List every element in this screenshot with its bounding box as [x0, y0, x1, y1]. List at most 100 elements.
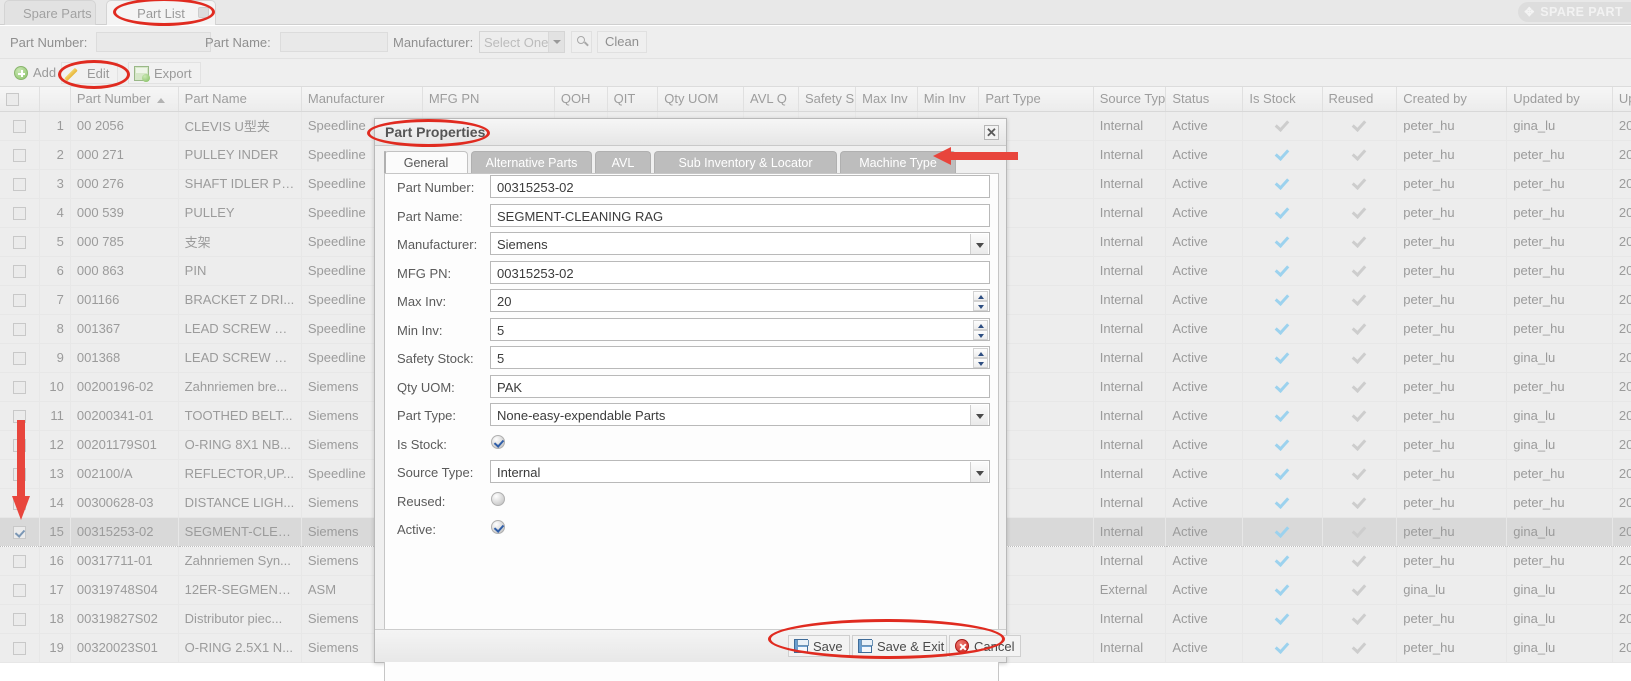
- col-header-min-inv[interactable]: Min Inv: [917, 87, 980, 112]
- row-checkbox[interactable]: [13, 584, 27, 598]
- row-checkbox[interactable]: [13, 526, 27, 540]
- col-header-qty-uom[interactable]: Qty UOM: [657, 87, 744, 112]
- row-checkbox[interactable]: [13, 352, 27, 366]
- col-header-mfg-pn[interactable]: MFG PN: [422, 87, 555, 112]
- tab-avl[interactable]: AVL: [595, 151, 651, 174]
- row-select-cell[interactable]: [0, 633, 41, 663]
- col-header-source-type[interactable]: Source Type: [1093, 87, 1167, 112]
- row-checkbox[interactable]: [13, 265, 27, 279]
- row-select-cell[interactable]: [0, 285, 41, 315]
- field-input[interactable]: Internal: [490, 460, 990, 483]
- field-checkbox[interactable]: [491, 520, 505, 534]
- search-button[interactable]: [571, 31, 592, 53]
- row-select-cell[interactable]: [0, 314, 41, 344]
- field-input[interactable]: 5: [490, 346, 990, 369]
- cell-part-number: 001368: [70, 343, 179, 373]
- save-and-exit-button[interactable]: Save & Exit: [852, 635, 947, 657]
- part-name-filter-input[interactable]: [280, 32, 388, 52]
- row-checkbox[interactable]: [13, 207, 27, 221]
- row-select-cell[interactable]: [0, 604, 41, 634]
- col-header-updated-by[interactable]: Updated by: [1506, 87, 1613, 112]
- field-input[interactable]: 00315253-02: [490, 175, 990, 198]
- col-header-part-number[interactable]: Part Number: [70, 87, 179, 112]
- row-select-cell[interactable]: [0, 575, 41, 605]
- close-icon[interactable]: ✕: [984, 125, 999, 140]
- part-number-filter-input[interactable]: [96, 32, 211, 52]
- field-checkbox[interactable]: [491, 434, 505, 449]
- col-header-avl-q[interactable]: AVL Q: [743, 87, 799, 112]
- row-checkbox[interactable]: [13, 642, 27, 656]
- col-header-qoh[interactable]: QOH: [554, 87, 608, 112]
- spinner-down-icon[interactable]: [973, 301, 988, 311]
- col-header-part-type[interactable]: Part Type: [978, 87, 1094, 112]
- row-select-cell[interactable]: [0, 198, 41, 228]
- row-select-cell[interactable]: [0, 546, 41, 576]
- col-header-qit[interactable]: QIT: [607, 87, 659, 112]
- spinner-control[interactable]: [973, 348, 988, 368]
- spinner-down-icon[interactable]: [973, 358, 988, 368]
- spinner-up-icon[interactable]: [973, 291, 988, 301]
- tab-close-icon[interactable]: [198, 7, 209, 18]
- row-checkbox[interactable]: [13, 381, 27, 395]
- spinner-control[interactable]: [973, 319, 988, 340]
- row-checkbox[interactable]: [13, 120, 27, 134]
- edit-button[interactable]: Edit: [61, 62, 119, 84]
- tab-part-list[interactable]: Part List: [106, 0, 216, 25]
- field-input[interactable]: Siemens: [490, 232, 990, 255]
- row-checkbox[interactable]: [13, 178, 27, 192]
- row-select-cell[interactable]: [0, 256, 41, 286]
- row-checkbox[interactable]: [13, 149, 27, 163]
- col-header-created-by[interactable]: Created by: [1396, 87, 1508, 112]
- row-checkbox[interactable]: [13, 236, 27, 250]
- col-header-select-all[interactable]: [0, 87, 41, 112]
- export-button[interactable]: Export: [128, 62, 201, 84]
- field-input[interactable]: 20: [490, 289, 990, 312]
- select-all-checkbox[interactable]: [6, 93, 19, 107]
- chevron-down-icon[interactable]: [548, 32, 564, 52]
- spinner-down-icon[interactable]: [973, 329, 988, 340]
- cell-reused: [1322, 140, 1398, 170]
- row-checkbox[interactable]: [13, 294, 27, 308]
- tab-general[interactable]: General: [384, 151, 468, 174]
- tab-spare-parts[interactable]: Spare Parts: [4, 0, 96, 25]
- manufacturer-filter-select[interactable]: Select One: [479, 31, 565, 53]
- field-input[interactable]: 00315253-02: [490, 260, 990, 284]
- col-header-reused[interactable]: Reused: [1322, 87, 1398, 112]
- col-header-status[interactable]: Status: [1165, 87, 1244, 112]
- col-header-part-name[interactable]: Part Name: [178, 87, 302, 112]
- row-checkbox[interactable]: [13, 613, 27, 627]
- col-header-is-stock[interactable]: Is Stock: [1242, 87, 1323, 112]
- tab-alternative-parts[interactable]: Alternative Parts: [471, 151, 592, 174]
- chevron-down-icon[interactable]: [970, 405, 988, 425]
- row-select-cell[interactable]: [0, 372, 41, 402]
- field-checkbox[interactable]: [491, 491, 505, 506]
- spinner-up-icon[interactable]: [973, 348, 988, 358]
- col-header-max-inv[interactable]: Max Inv: [855, 87, 918, 112]
- row-checkbox[interactable]: [13, 555, 27, 569]
- row-select-cell[interactable]: [0, 111, 41, 141]
- field-input[interactable]: None-easy-expendable Parts: [490, 403, 990, 426]
- row-select-cell[interactable]: [0, 140, 41, 170]
- field-input[interactable]: 5: [490, 317, 990, 341]
- col-header-update-date[interactable]: Update Da: [1612, 87, 1631, 112]
- row-select-cell[interactable]: [0, 516, 41, 547]
- clean-button[interactable]: Clean: [597, 31, 647, 53]
- tab-sub-inventory-locator[interactable]: Sub Inventory & Locator: [654, 151, 837, 174]
- cell-is-stock: [1242, 140, 1323, 170]
- row-select-cell[interactable]: [0, 227, 41, 257]
- save-button[interactable]: Save: [788, 635, 850, 657]
- chevron-down-icon[interactable]: [970, 234, 988, 254]
- field-input[interactable]: SEGMENT-CLEANING RAG: [490, 203, 990, 227]
- row-select-cell[interactable]: [0, 343, 41, 373]
- field-value: 00315253-02: [497, 265, 574, 281]
- chevron-down-icon[interactable]: [970, 462, 988, 482]
- spinner-control[interactable]: [973, 291, 988, 311]
- spinner-up-icon[interactable]: [973, 319, 988, 330]
- field-input[interactable]: PAK: [490, 374, 990, 398]
- add-button[interactable]: Add: [8, 62, 64, 84]
- row-checkbox[interactable]: [13, 323, 27, 337]
- cancel-button[interactable]: Cancel: [949, 635, 1021, 657]
- col-header-manufacturer[interactable]: Manufacturer: [301, 87, 423, 112]
- row-select-cell[interactable]: [0, 169, 41, 199]
- col-header-safety-s[interactable]: Safety S: [798, 87, 857, 112]
